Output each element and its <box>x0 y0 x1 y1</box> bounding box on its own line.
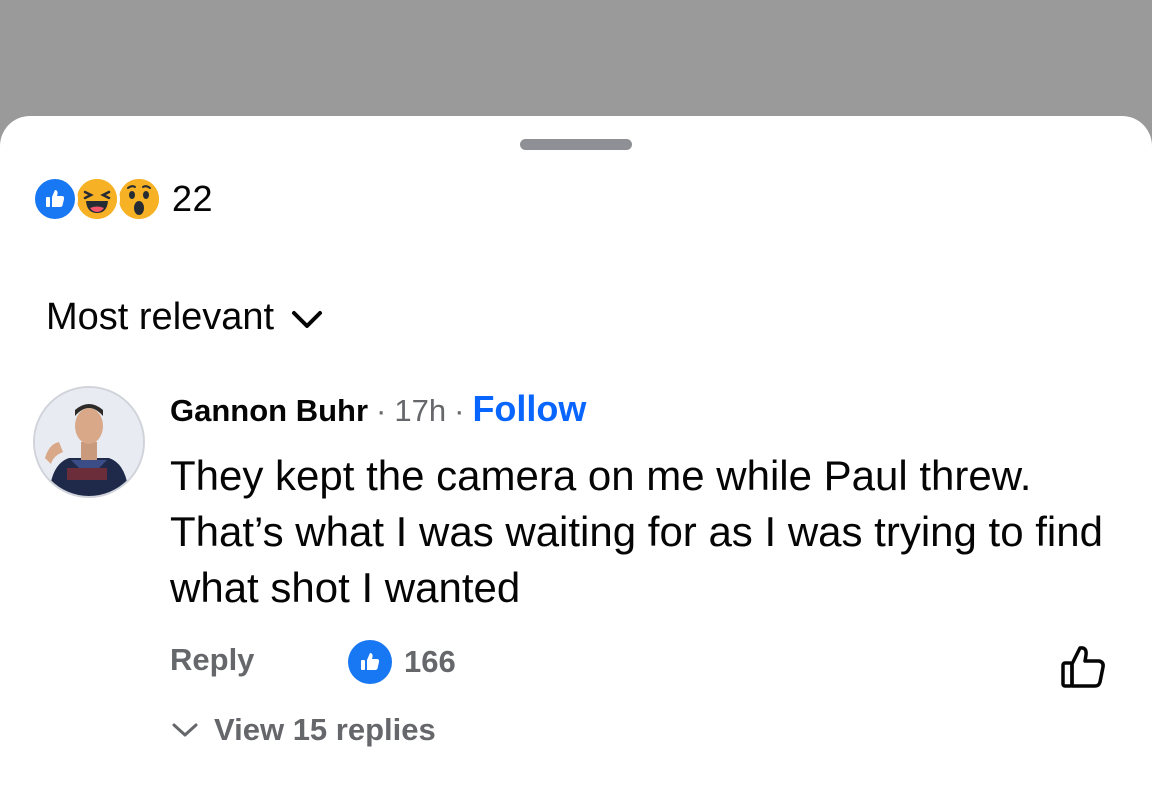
drag-handle[interactable] <box>520 139 632 150</box>
comments-sheet: 22 Most relevant Gannon Buhr · 17h · Fol… <box>0 116 1152 785</box>
like-count: 166 <box>404 644 456 679</box>
reaction-count: 22 <box>172 178 214 219</box>
comment-text: They kept the camera on me while Paul th… <box>170 452 1103 611</box>
like-button[interactable] <box>1058 642 1108 692</box>
comment-header: Gannon Buhr · 17h · Follow <box>170 388 586 430</box>
chevron-down-icon <box>292 310 323 328</box>
sort-label: Most relevant <box>46 296 275 338</box>
comment-timestamp: 17h <box>394 393 447 428</box>
reactions-summary[interactable]: 22 <box>32 176 213 222</box>
thumbs-up-icon <box>1061 646 1105 688</box>
reply-button[interactable]: Reply <box>170 642 254 678</box>
separator-dot: · <box>454 393 465 428</box>
view-replies-button[interactable]: View 15 replies <box>170 712 436 748</box>
sort-dropdown[interactable]: Most relevant <box>46 296 324 339</box>
comment-like-summary[interactable]: 166 <box>348 640 456 684</box>
wow-icon <box>116 176 162 222</box>
view-replies-label: View 15 replies <box>214 712 436 747</box>
like-icon <box>32 176 78 222</box>
follow-button[interactable]: Follow <box>472 388 586 430</box>
chevron-down-icon <box>172 723 198 737</box>
author-name[interactable]: Gannon Buhr <box>170 393 368 429</box>
avatar[interactable] <box>33 386 145 498</box>
separator-dot: · <box>376 393 387 428</box>
like-icon <box>348 640 392 684</box>
haha-icon <box>74 176 120 222</box>
